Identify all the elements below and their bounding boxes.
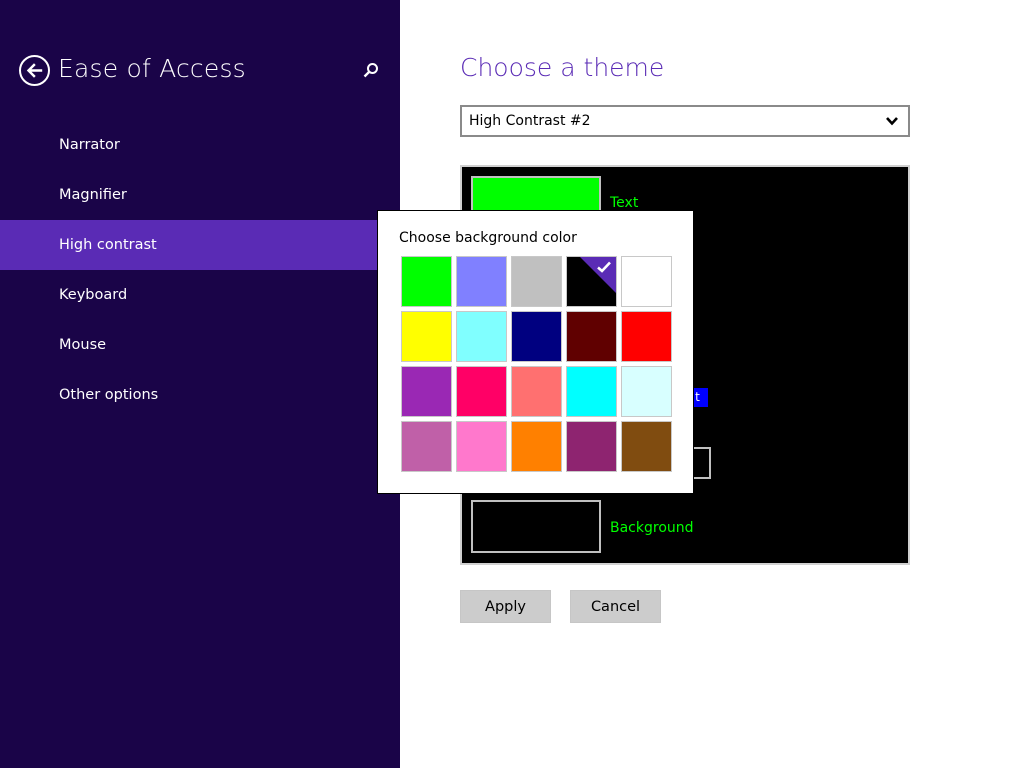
color-swatch[interactable]	[621, 366, 672, 417]
background-color-swatch[interactable]	[471, 500, 601, 553]
color-swatch[interactable]	[401, 421, 452, 472]
checkmark-icon	[597, 261, 611, 273]
text-color-label: Text	[610, 195, 639, 211]
background-color-picker: Choose background color	[377, 210, 694, 494]
color-swatch[interactable]	[566, 311, 617, 362]
color-swatch[interactable]	[456, 366, 507, 417]
color-swatch[interactable]	[401, 311, 452, 362]
back-button[interactable]	[19, 55, 50, 86]
nav-item-magnifier[interactable]: Magnifier	[0, 170, 400, 220]
color-swatch[interactable]	[511, 311, 562, 362]
color-swatch[interactable]	[621, 421, 672, 472]
nav-item-label: Keyboard	[59, 287, 128, 303]
search-icon	[363, 63, 378, 78]
page-title: Choose a theme	[460, 53, 665, 82]
color-swatch[interactable]	[621, 256, 672, 307]
nav-item-mouse[interactable]: Mouse	[0, 320, 400, 370]
nav-item-label: Narrator	[59, 137, 120, 153]
nav-item-label: Magnifier	[59, 187, 127, 203]
color-picker-title: Choose background color	[399, 230, 577, 246]
cancel-button[interactable]: Cancel	[570, 590, 661, 623]
theme-select[interactable]: High Contrast #2	[460, 105, 910, 137]
nav-item-narrator[interactable]: Narrator	[0, 120, 400, 170]
color-swatch[interactable]	[621, 311, 672, 362]
nav-item-label: High contrast	[59, 237, 157, 253]
color-swatch[interactable]	[566, 366, 617, 417]
color-swatch[interactable]	[456, 256, 507, 307]
nav-item-label: Other options	[59, 387, 159, 403]
apply-button[interactable]: Apply	[460, 590, 551, 623]
color-swatch[interactable]	[401, 366, 452, 417]
color-swatch[interactable]	[511, 366, 562, 417]
color-swatch[interactable]	[456, 311, 507, 362]
color-swatch-selected[interactable]	[566, 256, 617, 307]
color-swatch[interactable]	[401, 256, 452, 307]
background-color-label: Background	[610, 520, 694, 536]
color-swatch[interactable]	[511, 256, 562, 307]
color-swatch[interactable]	[511, 421, 562, 472]
color-grid	[401, 256, 672, 472]
nav-item-other-options[interactable]: Other options	[0, 370, 400, 420]
color-swatch[interactable]	[456, 421, 507, 472]
nav-item-high-contrast[interactable]: High contrast	[0, 220, 400, 270]
search-button[interactable]	[360, 60, 382, 82]
color-swatch[interactable]	[566, 421, 617, 472]
sidebar: Ease of Access Narrator Magnifier High c…	[0, 0, 400, 768]
theme-select-value: High Contrast #2	[469, 113, 591, 129]
nav-item-label: Mouse	[59, 337, 107, 353]
back-arrow-icon	[26, 63, 43, 78]
chevron-down-icon	[886, 117, 898, 126]
nav-item-keyboard[interactable]: Keyboard	[0, 270, 400, 320]
app-title: Ease of Access	[58, 54, 246, 83]
